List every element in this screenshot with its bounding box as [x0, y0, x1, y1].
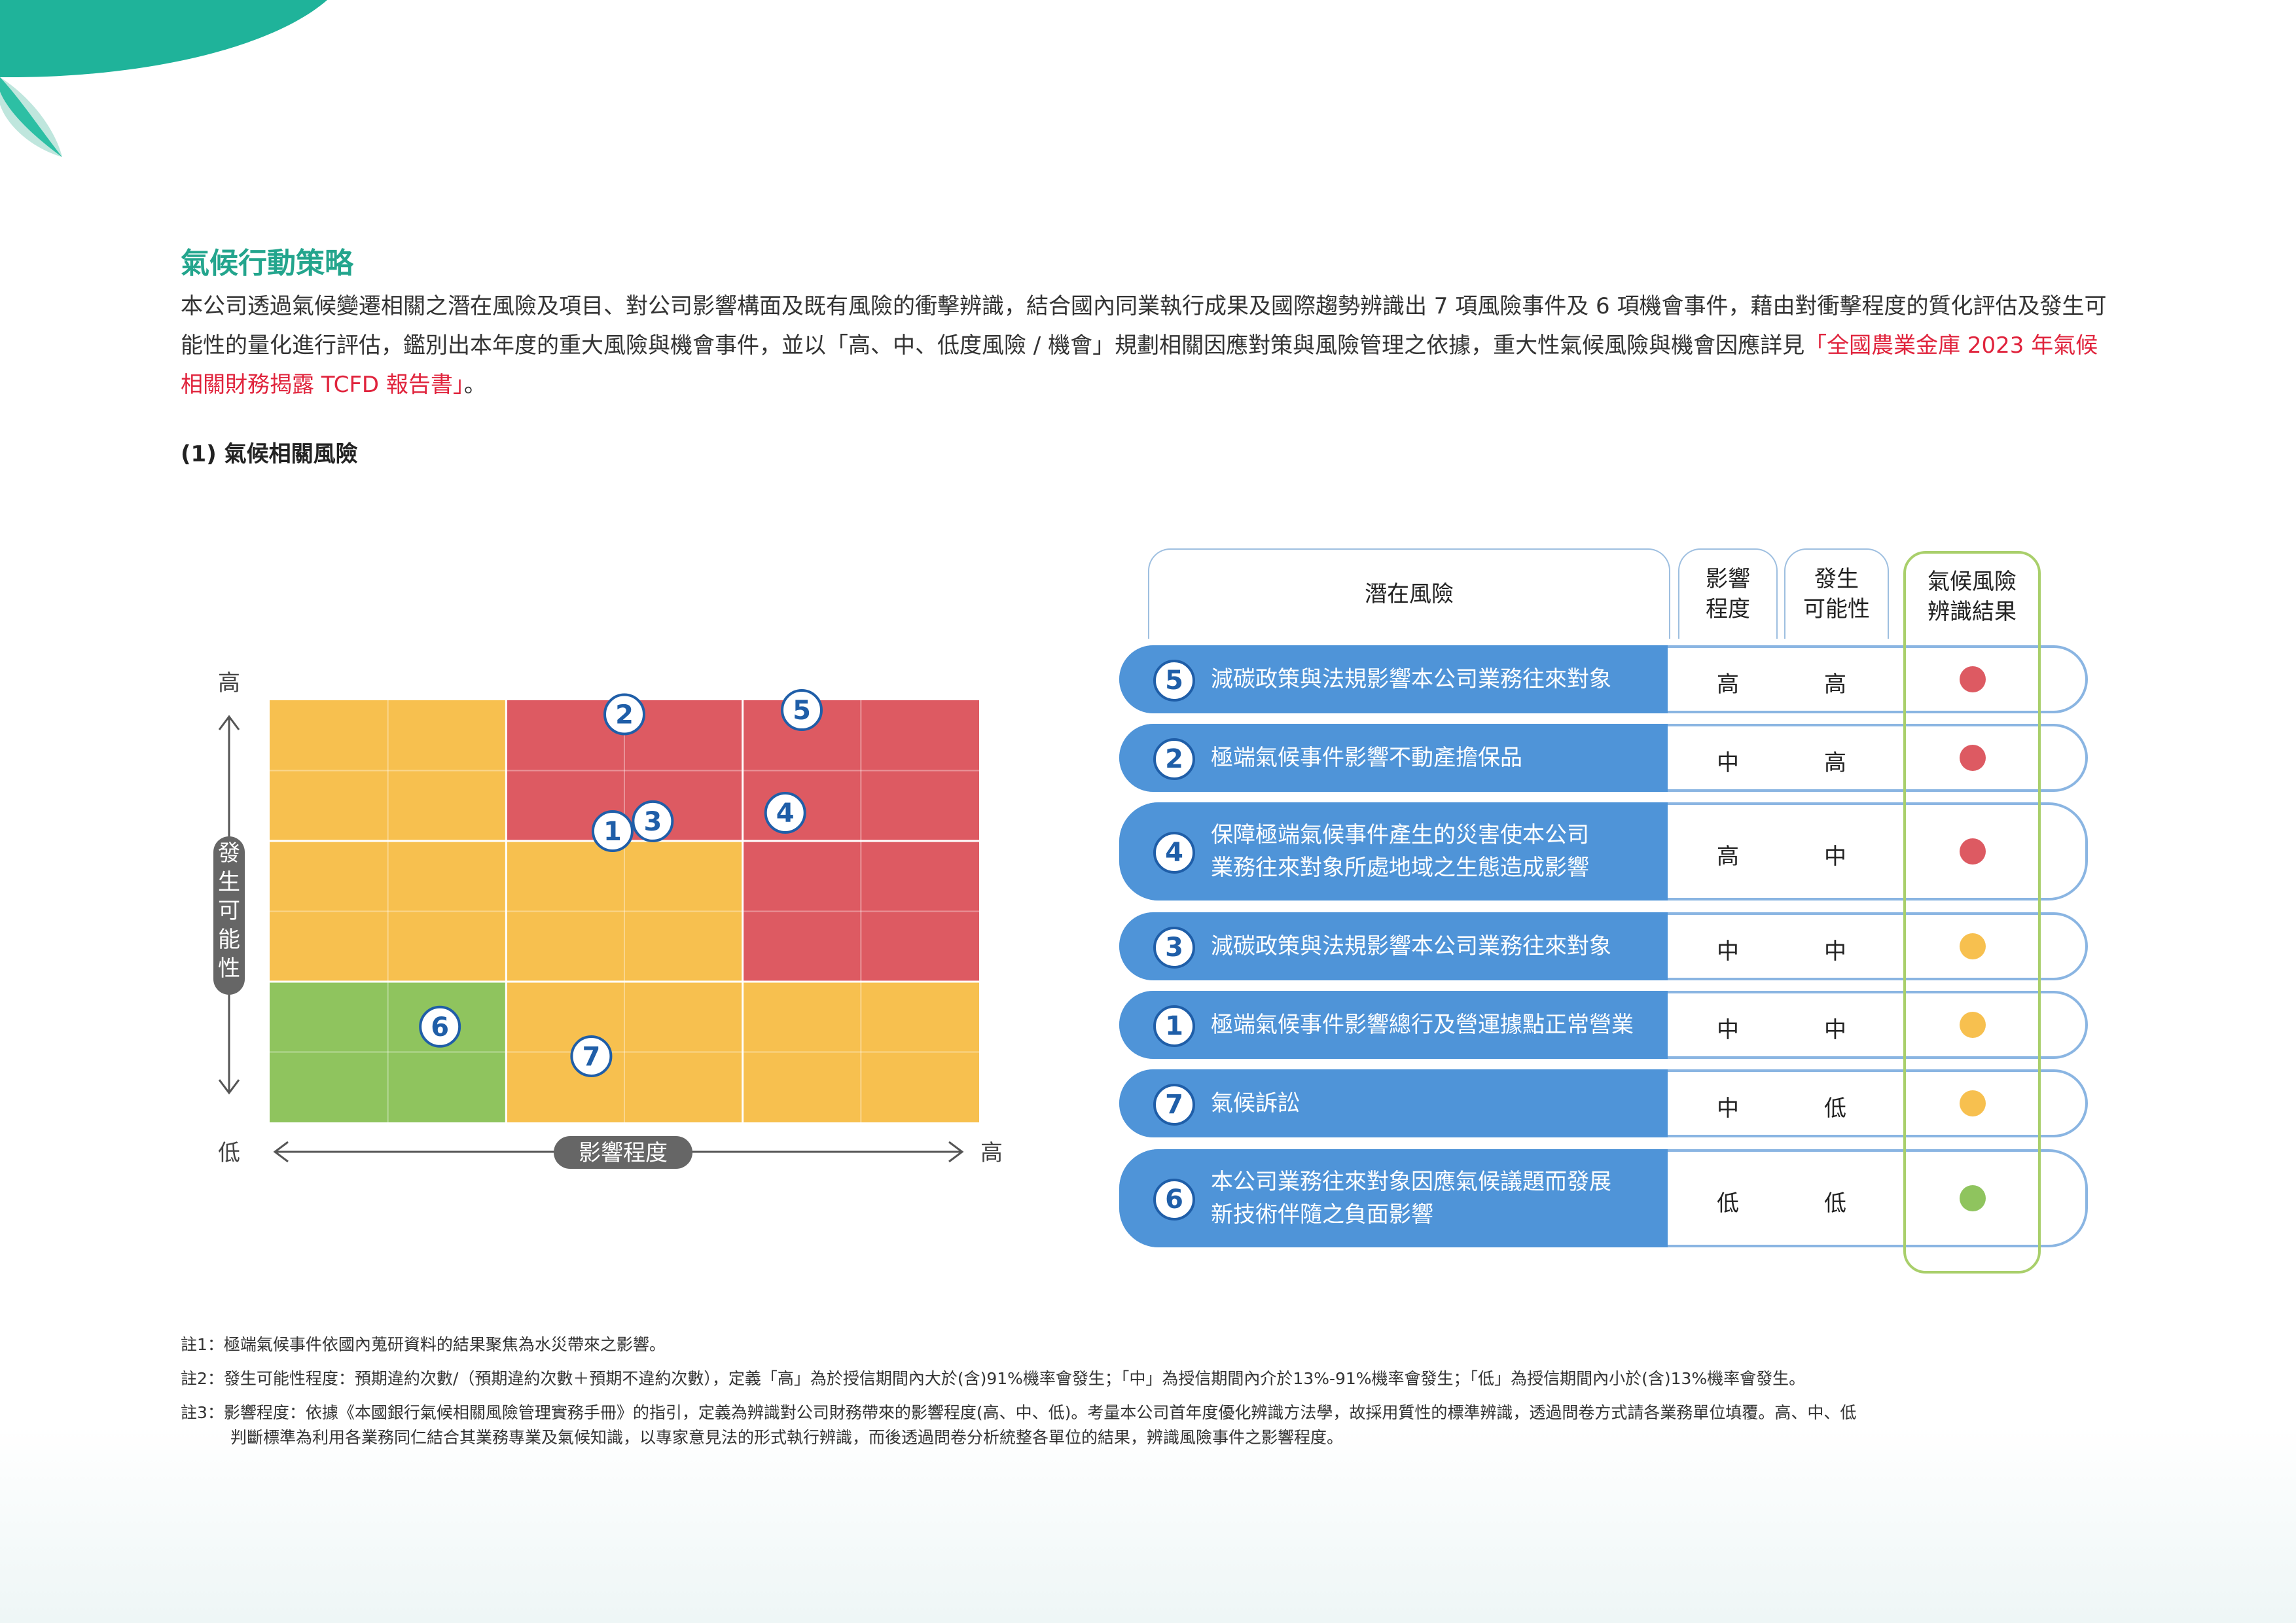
risk-number-badge: 7 — [1153, 1084, 1195, 1126]
risk-description: 極端氣候事件影響不動產擔保品 — [1211, 741, 1656, 774]
risk-description-line: 氣候訴訟 — [1211, 1090, 1300, 1116]
result-column-frame — [1903, 551, 2041, 1274]
matrix-point-label: 6 — [431, 1012, 449, 1043]
matrix-point-label: 2 — [615, 700, 634, 730]
y-axis-label-char: 能 — [218, 927, 240, 953]
impact-value: 高 — [1717, 671, 1739, 698]
matrix-point-2: 2 — [603, 693, 645, 736]
intro-end: 。 — [463, 372, 486, 398]
risk-number-badge: 1 — [1153, 1005, 1195, 1047]
risk-matrix: 高 發生可能性 低 高 影響程度 2 5 1 3 4 6 7 — [213, 670, 1003, 1169]
matrix-point-label: 7 — [582, 1042, 600, 1072]
intro-paragraph: 本公司透過氣候變遷相關之潛在風險及項目、對公司影響構面及既有風險的衝擊辨識，結合… — [181, 287, 2118, 404]
risk-description-line: 減碳政策與法規影響本公司業務往來對象 — [1211, 666, 1611, 692]
likelihood-value: 低 — [1824, 1190, 1846, 1217]
impact-value: 低 — [1717, 1190, 1739, 1217]
likelihood-value: 低 — [1824, 1096, 1846, 1122]
teal-leaf-shape — [0, 0, 327, 78]
footnote-3-line1: 註3：影響程度：依據《本國銀行氣候相關風險管理實務手冊》的指引，定義為辨識對公司… — [181, 1403, 1857, 1422]
risk-description: 氣候訴訟 — [1211, 1087, 1656, 1120]
header-likelihood: 發生 可能性 — [1784, 548, 1889, 639]
header-likelihood-line1: 發生 — [1814, 566, 1859, 592]
risk-description-line: 保障極端氣候事件產生的災害使本公司 — [1211, 822, 1589, 848]
x-axis-label: 影響程度 — [579, 1140, 668, 1166]
matrix-point-6: 6 — [419, 1005, 461, 1048]
matrix-point-1: 1 — [591, 810, 634, 852]
likelihood-value: 高 — [1824, 671, 1846, 698]
risk-description-line: 極端氣候事件影響總行及營運據點正常營業 — [1211, 1012, 1634, 1038]
footnote-3-line2: 判斷標準為利用各業務同仁結合其業務專業及氣候知識，以專家意見法的形式執行辨識，而… — [230, 1428, 1344, 1447]
matrix-point-5: 5 — [781, 689, 823, 732]
y-axis-label-char: 生 — [218, 869, 240, 895]
risk-description-line: 本公司業務往來對象因應氣候議題而發展 — [1211, 1169, 1611, 1195]
impact-value: 高 — [1717, 844, 1739, 870]
likelihood-value: 高 — [1824, 750, 1846, 776]
risk-number-badge: 4 — [1153, 832, 1195, 874]
impact-value: 中 — [1717, 938, 1739, 965]
impact-value: 中 — [1717, 1017, 1739, 1043]
matrix-point-label: 3 — [643, 807, 662, 837]
impact-value: 中 — [1717, 1096, 1739, 1122]
risk-description: 極端氣候事件影響總行及營運據點正常營業 — [1211, 1008, 1656, 1041]
risk-description-line: 極端氣候事件影響不動產擔保品 — [1211, 745, 1522, 771]
risk-description-line: 新技術伴隨之負面影響 — [1211, 1202, 1433, 1228]
risk-description: 本公司業務往來對象因應氣候議題而發展 新技術伴隨之負面影響 — [1211, 1166, 1656, 1231]
matrix-point-label: 1 — [603, 817, 622, 847]
footnote-1: 註1：極端氣候事件依國內蒐研資料的結果聚焦為水災帶來之影響。 — [181, 1335, 666, 1354]
x-axis-low-label: 低 — [218, 1140, 240, 1166]
y-axis-label-char: 性 — [218, 955, 240, 982]
matrix-point-3: 3 — [632, 800, 674, 842]
leaf-decoration — [0, 0, 327, 157]
footnote-2: 註2：發生可能性程度：預期違約次數/（預期違約次數＋預期不違約次數），定義「高」… — [181, 1369, 1806, 1388]
likelihood-value: 中 — [1824, 1017, 1846, 1043]
matrix-point-label: 5 — [793, 696, 811, 726]
header-impact-line1: 影響 — [1706, 566, 1750, 592]
x-axis-high-label: 高 — [980, 1140, 1003, 1166]
risk-description: 減碳政策與法規影響本公司業務往來對象 — [1211, 663, 1656, 696]
matrix-point-7: 7 — [570, 1035, 613, 1077]
risk-description: 保障極端氣候事件產生的災害使本公司 業務往來對象所處地域之生態造成影響 — [1211, 819, 1656, 884]
y-axis-high-label: 高 — [218, 670, 240, 696]
likelihood-value: 中 — [1824, 938, 1846, 965]
matrix-point-4: 4 — [764, 792, 806, 834]
section-title: 氣候行動策略 — [181, 247, 353, 280]
risk-number-badge: 2 — [1153, 738, 1195, 780]
impact-value: 中 — [1717, 750, 1739, 776]
y-axis-label-char: 可 — [218, 898, 240, 924]
risk-number-badge: 6 — [1153, 1179, 1195, 1221]
risk-description-line: 業務往來對象所處地域之生態造成影響 — [1211, 855, 1589, 881]
matrix-point-label: 4 — [776, 798, 795, 829]
header-potential-risk-label: 潛在風險 — [1365, 581, 1454, 607]
likelihood-value: 中 — [1824, 844, 1846, 870]
header-likelihood-line2: 可能性 — [1803, 596, 1870, 622]
footnote-3: 註3：影響程度：依據《本國銀行氣候相關風險管理實務手冊》的指引，定義為辨識對公司… — [181, 1400, 2131, 1450]
y-axis-label-char: 發 — [218, 840, 240, 866]
footnotes: 註1：極端氣候事件依國內蒐研資料的結果聚焦為水災帶來之影響。 註2：發生可能性程… — [181, 1332, 2131, 1459]
risk-description-line: 減碳政策與法規影響本公司業務往來對象 — [1211, 933, 1611, 959]
risk-number-badge: 3 — [1153, 927, 1195, 969]
climate-risk-subheading: (1) 氣候相關風險 — [181, 441, 358, 467]
risk-number-badge: 5 — [1153, 660, 1195, 702]
header-potential-risk: 潛在風險 — [1148, 548, 1670, 639]
header-impact: 影響 程度 — [1678, 548, 1778, 639]
y-axis-label: 發生可能性 — [218, 840, 240, 982]
risk-description: 減碳政策與法規影響本公司業務往來對象 — [1211, 930, 1656, 963]
header-impact-line2: 程度 — [1706, 596, 1750, 622]
